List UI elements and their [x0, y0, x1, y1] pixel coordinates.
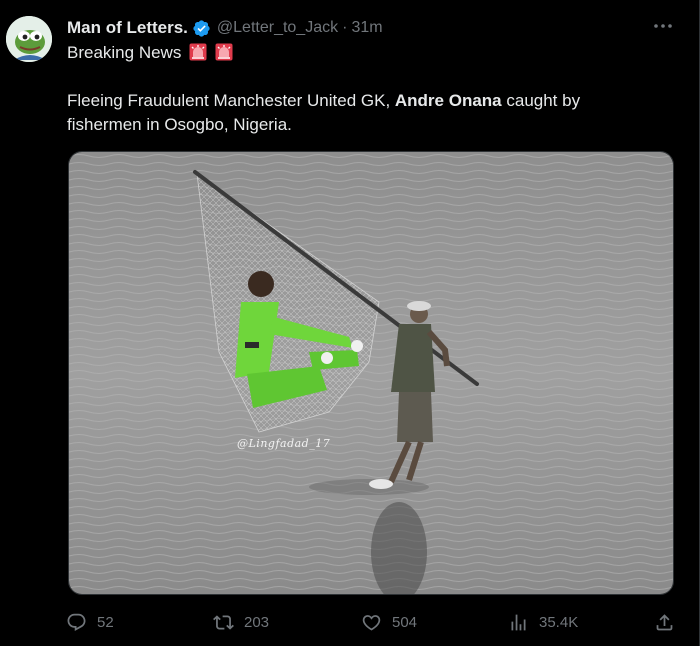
timestamp[interactable]: 31m: [351, 19, 382, 37]
views-chart-icon: [511, 614, 526, 630]
reply-count: 52: [97, 613, 114, 631]
user-handle[interactable]: @Letter_to_Jack: [217, 19, 338, 37]
tweet-text: Breaking News Fleeing Fraudulent Manches…: [67, 41, 647, 137]
rotating-light-emoji-icon: [189, 43, 207, 61]
tweet-text-bold-name: Andre Onana: [394, 91, 502, 110]
breaking-news-text: Breaking News: [67, 43, 182, 62]
views-count: 35.4K: [539, 613, 579, 631]
fishing-net-photo-image: [69, 152, 673, 594]
tweet-line-1: Breaking News: [67, 41, 647, 65]
tweet-header: Man of Letters. @Letter_to_Jack · 31m: [67, 17, 383, 39]
display-name[interactable]: Man of Letters.: [67, 18, 188, 38]
tweet-line-2: Fleeing Fraudulent Manchester United GK,…: [67, 89, 647, 137]
more-horizontal-icon: [654, 24, 672, 28]
heart-icon: [362, 614, 381, 631]
like-button[interactable]: 504: [361, 608, 417, 636]
share-upload-icon: [656, 613, 673, 630]
tweet-photo[interactable]: @Lingfadad_17: [68, 151, 674, 595]
retweet-icon: [213, 614, 234, 630]
like-count: 504: [392, 613, 418, 631]
rotating-light-emoji-icon: [215, 43, 233, 61]
tweet-actions-bar: 52 203 504 35.4K: [66, 608, 680, 636]
tweet-text-prefix: Fleeing Fraudulent Manchester United GK,: [67, 91, 395, 110]
share-button[interactable]: [654, 608, 675, 636]
avatar[interactable]: [6, 16, 52, 62]
retweet-button[interactable]: 203: [213, 608, 269, 636]
more-options-button[interactable]: [649, 16, 677, 36]
pepe-avatar-icon: [6, 16, 52, 62]
views-button[interactable]: 35.4K: [508, 608, 578, 636]
retweet-count: 203: [244, 613, 270, 631]
photo-watermark: @Lingfadad_17: [237, 437, 331, 450]
tweet-card[interactable]: Man of Letters. @Letter_to_Jack · 31m Br…: [0, 0, 700, 646]
reply-button[interactable]: 52: [66, 608, 114, 636]
reply-icon: [67, 613, 86, 631]
separator-dot: ·: [342, 19, 348, 36]
verified-badge-icon[interactable]: [192, 19, 211, 38]
